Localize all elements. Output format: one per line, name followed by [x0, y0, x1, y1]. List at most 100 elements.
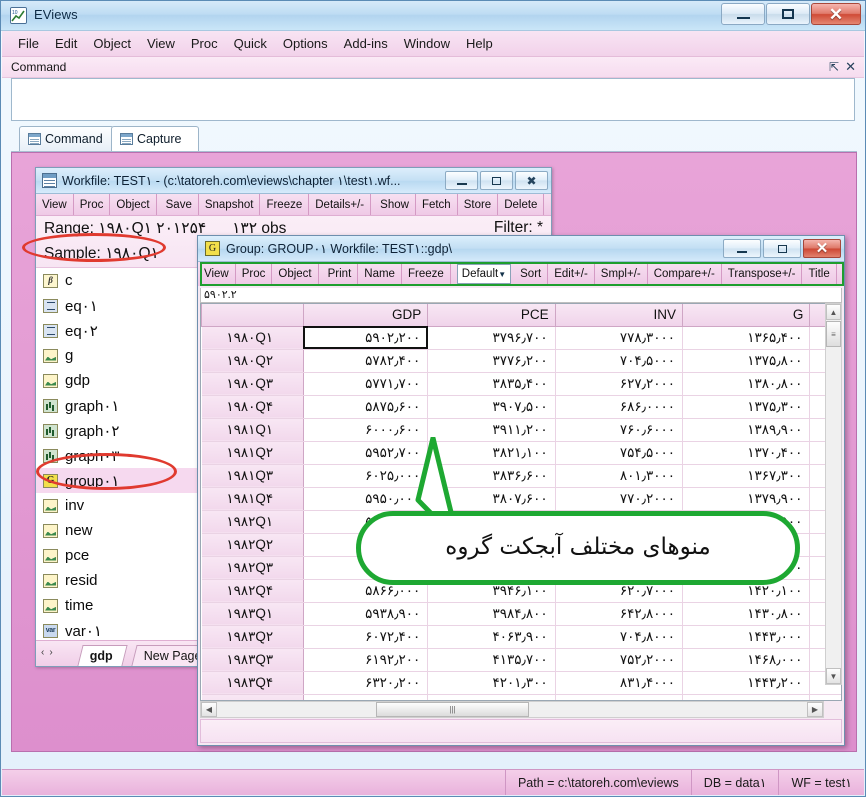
- table-row[interactable]: ۱۹۸۳Q۲ ۶۰۷۲٫۴۰۰ ۴۰۶۳٫۹۰۰ ۷۰۴٫۸۰۰۰ ۱۴۴۳٫۰…: [201, 625, 841, 649]
- group-close-button[interactable]: ✕: [803, 239, 841, 258]
- cell-pce[interactable]: ۳۸۷۵٫۴۰۰: [427, 556, 556, 580]
- menu-item-options[interactable]: Options: [275, 33, 336, 54]
- column-header-g[interactable]: G: [682, 304, 811, 327]
- table-row[interactable]: ۱۹۸۳Q۱ ۵۹۳۸٫۹۰۰ ۳۹۸۴٫۸۰۰ ۶۴۲٫۸۰۰۰ ۱۴۳۰٫۸…: [201, 602, 841, 626]
- cell-g[interactable]: ۱۳۸۶٫۵۰۰: [682, 533, 811, 557]
- minimize-button[interactable]: [721, 3, 765, 25]
- table-row[interactable]: ۱۹۸۲Q۲ ۵۸۸۴٫۰۰۰ ۳۸۴۵٫۹۰۰ ۶۸۹٫۴۰۰۰ ۱۳۸۶٫۵…: [201, 533, 841, 557]
- cell-gdp[interactable]: ۵۸۸۴٫۰۰۰: [303, 533, 429, 557]
- cell-inv[interactable]: ۷۵۴٫۵۰۰۰: [555, 441, 684, 465]
- cell-inv[interactable]: ۶۴۲٫۸۰۰۰: [555, 602, 684, 626]
- cell-gdp[interactable]: ۵۸۵۲٫۳۰۰: [303, 510, 429, 534]
- workfile-button-store[interactable]: Store: [458, 194, 499, 215]
- menu-item-add-ins[interactable]: Add-ins: [336, 33, 396, 54]
- cell-gdp[interactable]: ۵۹۰۲٫۲۰۰: [303, 326, 429, 350]
- cell-g[interactable]: ۱۴۵۷٫۸۰۰: [682, 694, 811, 700]
- group-button-object[interactable]: Object: [272, 262, 319, 286]
- close-icon[interactable]: ✕: [845, 59, 856, 75]
- cell-edit-field[interactable]: ۵۹۰۲.۲: [200, 288, 842, 303]
- cell-inv[interactable]: ۷۷۰٫۲۰۰۰: [555, 487, 684, 511]
- menu-item-object[interactable]: Object: [85, 33, 139, 54]
- workfile-button-show[interactable]: Show: [374, 194, 416, 215]
- cell-g[interactable]: ۱۳۷۵٫۸۰۰: [682, 349, 811, 373]
- cell-g[interactable]: ۱۳۷۰٫۴۰۰: [682, 441, 811, 465]
- cell-inv[interactable]: ۸۳۱٫۴۰۰۰: [555, 671, 684, 695]
- cell-gdp[interactable]: ۵۹۵۰٫۰۰۰: [303, 487, 429, 511]
- workfile-button-details[interactable]: Details+/-: [309, 194, 372, 215]
- cell-gdp[interactable]: ۶۰۰۰٫۶۰۰: [303, 418, 429, 442]
- close-button[interactable]: ✕: [811, 3, 861, 25]
- cell-gdp[interactable]: ۶۰۷۲٫۴۰۰: [303, 625, 429, 649]
- page-tab-gdp[interactable]: gdp: [77, 645, 128, 666]
- workfile-button-view[interactable]: View: [36, 194, 74, 215]
- cell-g[interactable]: ۱۴۲۰٫۱۰۰: [682, 579, 811, 603]
- cell-gdp[interactable]: ۵۸۶۶٫۰۰۰: [303, 579, 429, 603]
- workfile-button-object[interactable]: Object: [110, 194, 157, 215]
- cell-g[interactable]: ۱۳۷۸٫۵۰۰: [682, 510, 811, 534]
- group-button-view[interactable]: View: [198, 262, 236, 286]
- column-header-pce[interactable]: PCE: [427, 304, 556, 327]
- table-row[interactable]: ۱۹۸۰Q۲ ۵۷۸۲٫۴۰۰ ۳۷۷۶٫۲۰۰ ۷۰۴٫۵۰۰۰ ۱۳۷۵٫۸…: [201, 349, 841, 373]
- menu-item-window[interactable]: Window: [396, 33, 458, 54]
- group-button-print[interactable]: Print: [322, 262, 359, 286]
- table-row[interactable]: ۱۹۸۲Q۴ ۵۸۶۶٫۰۰۰ ۳۹۴۶٫۱۰۰ ۶۲۰٫۷۰۰۰ ۱۴۲۰٫۱…: [201, 579, 841, 603]
- cell-pce[interactable]: ۳۸۳۶٫۶۰۰: [427, 464, 556, 488]
- cell-g[interactable]: ۱۳۹۶٫۰۰۰: [682, 556, 811, 580]
- cell-g[interactable]: ۱۳۶۷٫۳۰۰: [682, 464, 811, 488]
- cell-pce[interactable]: ۳۹۱۱٫۲۰۰: [427, 418, 556, 442]
- workfile-button-snapshot[interactable]: Snapshot: [199, 194, 261, 215]
- cell-gdp[interactable]: ۵۷۷۱٫۷۰۰: [303, 372, 429, 396]
- cell-pce[interactable]: ۳۸۲۱٫۱۰۰: [427, 441, 556, 465]
- table-row[interactable]: ۱۹۸۳Q۴ ۶۳۲۰٫۲۰۰ ۴۲۰۱٫۳۰۰ ۸۳۱٫۴۰۰۰ ۱۴۴۳٫۲…: [201, 671, 841, 695]
- group-button-smpl[interactable]: Smpl+/-: [595, 262, 648, 286]
- cell-inv[interactable]: ۷۰۴٫۸۰۰۰: [555, 625, 684, 649]
- workfile-button-save[interactable]: Save: [160, 194, 199, 215]
- cell-g[interactable]: ۱۴۶۸٫۰۰۰: [682, 648, 811, 672]
- menu-item-proc[interactable]: Proc: [183, 33, 226, 54]
- cell-g[interactable]: ۱۳۷۵٫۳۰۰: [682, 395, 811, 419]
- scroll-down-icon[interactable]: ▼: [826, 668, 841, 684]
- group-maximize-button[interactable]: [763, 239, 801, 258]
- maximize-button[interactable]: [766, 3, 810, 25]
- cell-pce[interactable]: ۳۹۸۴٫۸۰۰: [427, 602, 556, 626]
- cell-inv[interactable]: ۷۷۸٫۳۰۰۰: [555, 326, 684, 350]
- group-button-compare[interactable]: Compare+/-: [648, 262, 722, 286]
- group-button-name[interactable]: Name: [358, 262, 402, 286]
- table-row[interactable]: ۱۹۸۲Q۳ ۵۸۶۱٫۴۰۰ ۳۸۷۵٫۴۰۰ ۶۸۱٫۳۰۰۰ ۱۳۹۶٫۰…: [201, 556, 841, 580]
- menu-item-file[interactable]: File: [10, 33, 47, 54]
- cell-inv[interactable]: ۶۲۷٫۲۰۰۰: [555, 372, 684, 396]
- group-button-proc[interactable]: Proc: [236, 262, 273, 286]
- horizontal-scrollbar[interactable]: ◀ ||| ▶: [200, 701, 824, 718]
- cell-g[interactable]: ۱۴۴۳٫۰۰۰: [682, 625, 811, 649]
- workfile-minimize-button[interactable]: [445, 171, 478, 190]
- scroll-left-icon[interactable]: ◀: [201, 702, 217, 717]
- menu-item-quick[interactable]: Quick: [226, 33, 275, 54]
- table-row[interactable]: ۱۹۸۰Q۳ ۵۷۷۱٫۷۰۰ ۳۸۳۵٫۴۰۰ ۶۲۷٫۲۰۰۰ ۱۳۸۰٫۸…: [201, 372, 841, 396]
- cell-pce[interactable]: ۴۲۰۱٫۳۰۰: [427, 671, 556, 695]
- group-button-freeze[interactable]: Freeze: [402, 262, 451, 286]
- group-minimize-button[interactable]: [723, 239, 761, 258]
- tab-command[interactable]: Command: [19, 126, 114, 151]
- scroll-up-icon[interactable]: ▲: [826, 304, 841, 320]
- cell-inv[interactable]: ۶۸۹٫۴۰۰۰: [555, 533, 684, 557]
- workfile-button-freeze[interactable]: Freeze: [260, 194, 310, 215]
- cell-gdp[interactable]: ۵۷۸۲٫۴۰۰: [303, 349, 429, 373]
- menu-item-view[interactable]: View: [139, 33, 183, 54]
- table-row[interactable]: ۱۹۸۳Q۳ ۶۱۹۲٫۲۰۰ ۴۱۳۵٫۷۰۰ ۷۵۲٫۲۰۰۰ ۱۴۶۸٫۰…: [201, 648, 841, 672]
- vertical-scroll-thumb[interactable]: ≡: [826, 321, 841, 347]
- cell-inv[interactable]: ۶۸۶٫۰۰۰۰: [555, 395, 684, 419]
- cell-pce[interactable]: ۳۸۳۲٫۲۰۰: [427, 510, 556, 534]
- cell-pce[interactable]: ۴۱۳۵٫۷۰۰: [427, 648, 556, 672]
- cell-inv[interactable]: ۷۰۴٫۵۰۰۰: [555, 349, 684, 373]
- cell-inv[interactable]: ۷۵۲٫۲۰۰۰: [555, 648, 684, 672]
- cell-pce[interactable]: ۳۹۰۷٫۵۰۰: [427, 395, 556, 419]
- cell-gdp[interactable]: ۶۳۲۰٫۲۰۰: [303, 671, 429, 695]
- table-row[interactable]: ۱۹۸۴Q۱ ۶۴۴۲٫۸۰۰ ۴۲۳۷٫۳۰۰ ۹۱۸٫۴۰۰۰ ۱۴۵۷٫۸…: [201, 694, 841, 700]
- column-header-gdp[interactable]: GDP: [302, 304, 429, 327]
- cell-inv[interactable]: ۸۰۱٫۳۰۰۰: [555, 464, 684, 488]
- cell-g[interactable]: ۱۳۷۹٫۹۰۰: [682, 487, 811, 511]
- table-row[interactable]: ۱۹۸۱Q۳ ۶۰۲۵٫۰۰۰ ۳۸۳۶٫۶۰۰ ۸۰۱٫۳۰۰۰ ۱۳۶۷٫۳…: [201, 464, 841, 488]
- cell-g[interactable]: ۱۳۸۰٫۸۰۰: [682, 372, 811, 396]
- cell-inv[interactable]: ۹۱۸٫۴۰۰۰: [555, 694, 684, 700]
- table-row[interactable]: ۱۹۸۰Q۴ ۵۸۷۵٫۶۰۰ ۳۹۰۷٫۵۰۰ ۶۸۶٫۰۰۰۰ ۱۳۷۵٫۳…: [201, 395, 841, 419]
